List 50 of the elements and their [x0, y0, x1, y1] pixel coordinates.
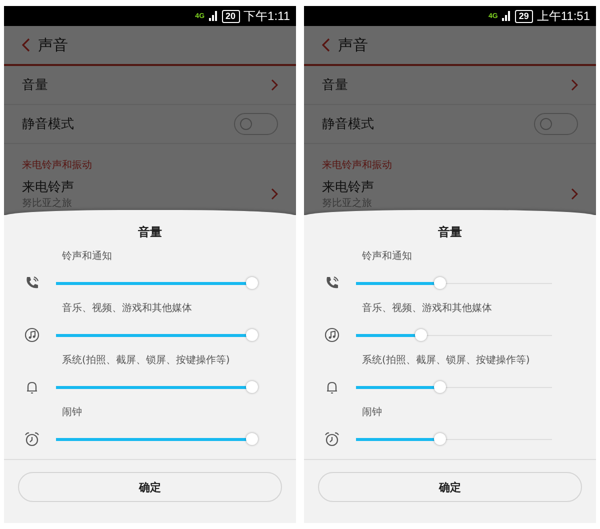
toggle-switch[interactable]	[234, 113, 278, 135]
chevron-icon	[571, 79, 578, 91]
back-icon[interactable]	[22, 38, 30, 52]
slider-label: 音乐、视频、游戏和其他媒体	[362, 302, 492, 316]
slider-thumb[interactable]	[434, 380, 446, 392]
screen-title: 声音	[338, 36, 368, 54]
screen-title: 声音	[38, 36, 68, 54]
signal-icon	[502, 11, 511, 21]
alarm-clock-icon	[324, 431, 340, 447]
slider-label: 闹钟	[362, 406, 382, 420]
phone-icon	[324, 275, 340, 291]
slider-label: 系统(拍照、截屏、锁屏、按键操作等)	[362, 354, 530, 368]
slider-thumb[interactable]	[246, 276, 258, 288]
confirm-button[interactable]: 确定	[18, 472, 282, 502]
chevron-icon	[271, 79, 278, 91]
bell-icon	[24, 379, 40, 395]
section-header: 来电铃声和振动	[321, 158, 393, 173]
section-header: 来电铃声和振动	[21, 158, 93, 173]
alarm-clock-icon	[24, 431, 40, 447]
music-note-icon	[324, 327, 340, 343]
item-label[interactable]: 音量	[322, 76, 348, 94]
phone-icon	[24, 275, 40, 291]
slider-label: 闹钟	[62, 406, 82, 420]
slider-label: 铃声和通知	[62, 250, 112, 264]
slider-thumb[interactable]	[414, 328, 427, 340]
item-label[interactable]: 音量	[22, 76, 48, 94]
slider-label: 音乐、视频、游戏和其他媒体	[62, 302, 192, 316]
battery-level: 20	[222, 10, 240, 22]
slider-label: 铃声和通知	[362, 250, 412, 264]
item-label[interactable]: 静音模式	[322, 115, 374, 133]
music-note-icon	[24, 327, 40, 343]
battery-level: 29	[514, 10, 533, 22]
slider-thumb[interactable]	[246, 380, 258, 392]
item-label[interactable]: 来电铃声	[322, 178, 374, 196]
item-label[interactable]: 静音模式	[22, 115, 74, 133]
slider-thumb[interactable]	[246, 328, 258, 340]
slider-thumb[interactable]	[246, 432, 258, 444]
clock-time: 上午11:51	[536, 8, 590, 24]
slider-thumb[interactable]	[434, 432, 446, 444]
chevron-icon	[571, 188, 578, 200]
item-label[interactable]: 来电铃声	[22, 178, 74, 196]
chevron-icon	[271, 188, 278, 200]
confirm-button[interactable]: 确定	[318, 472, 582, 502]
signal-icon	[208, 11, 218, 21]
slider-label: 系统(拍照、截屏、锁屏、按键操作等)	[62, 354, 230, 368]
toggle-switch[interactable]	[534, 113, 578, 135]
clock-time: 下午1:11	[244, 8, 290, 24]
back-icon[interactable]	[322, 38, 330, 52]
slider-thumb[interactable]	[434, 276, 446, 288]
bell-icon	[324, 379, 340, 395]
